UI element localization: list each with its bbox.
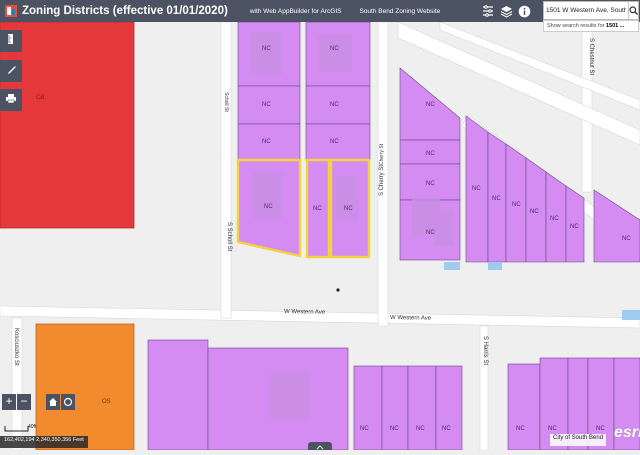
nc-label: NC: [570, 224, 579, 230]
nc-label: NC: [330, 102, 339, 108]
parcel-nc[interactable]: [435, 365, 463, 450]
street-label: Scholl St: [223, 92, 229, 112]
zoom-controls: + −: [2, 394, 75, 412]
street-label: S Cherry St: [379, 165, 385, 196]
nc-label: NC: [390, 426, 399, 432]
nc-label: NC: [360, 426, 369, 432]
search-icon[interactable]: [628, 2, 638, 19]
nc-label: NC: [262, 102, 271, 108]
nc-label: NC: [416, 426, 425, 432]
nc-label: NC: [548, 426, 557, 432]
suggestion-prefix: Show search results for: [547, 23, 606, 29]
zoom-out-button[interactable]: −: [17, 394, 31, 410]
street-label: Kosciuszko St: [13, 328, 19, 366]
nc-label: NC: [512, 202, 521, 208]
nc-label: NC: [426, 151, 435, 157]
nc-label: NC: [622, 236, 631, 242]
zone-red-label: CB: [36, 95, 44, 101]
print-button[interactable]: [0, 89, 22, 111]
nc-label: NC: [426, 102, 435, 108]
building: [318, 34, 352, 72]
home-icon: [48, 396, 58, 410]
measure-tool-button[interactable]: [0, 30, 22, 52]
water-feature: [444, 262, 460, 270]
nc-label: NC: [344, 206, 353, 212]
app-subtitle: with Web AppBuilder for ArcGIS: [249, 7, 342, 15]
esri-logo: esri: [614, 424, 640, 441]
draw-tool-button[interactable]: [0, 60, 22, 82]
parcel-nc[interactable]: [147, 339, 209, 450]
coordinate-readout: 162,402,194 2,340,350.356 Feet: [0, 436, 88, 448]
zone-red[interactable]: [0, 22, 135, 229]
water-feature: [488, 262, 502, 270]
water-feature: [622, 310, 640, 320]
pencil-icon: [6, 62, 17, 80]
search-box: [543, 1, 639, 20]
nc-label: NC: [426, 181, 435, 187]
attribution-text: City of South Bend: [550, 434, 607, 446]
nc-label: NC: [550, 216, 559, 222]
road-scholl-st: [220, 22, 232, 319]
nc-label: NC: [330, 139, 339, 145]
nc-label: NC: [313, 206, 322, 212]
app-title: Zoning Districts (effective 01/01/2020): [22, 5, 228, 17]
nc-label: NC: [426, 230, 435, 236]
zone-orange-label: OS: [102, 399, 111, 405]
nc-label: NC: [516, 426, 525, 432]
layers-icon[interactable]: [498, 3, 514, 19]
nc-label: NC: [492, 196, 501, 202]
building: [250, 32, 282, 74]
info-icon[interactable]: [516, 3, 532, 19]
building: [336, 176, 358, 220]
street-label: S Chestnut St: [588, 38, 594, 75]
home-button[interactable]: [46, 394, 60, 410]
filter-icon[interactable]: [480, 3, 496, 19]
scale-label: 40ft: [28, 424, 37, 430]
nc-label: NC: [264, 204, 273, 210]
parcel-nc[interactable]: [407, 365, 437, 450]
location-marker: [336, 288, 340, 292]
nc-label: NC: [472, 186, 481, 192]
parcel-nc[interactable]: [507, 363, 541, 450]
street-label: S Scholl St: [226, 222, 232, 252]
suggestion-term: 1501 ...: [606, 23, 625, 29]
building: [252, 172, 282, 218]
locate-button[interactable]: [61, 394, 75, 410]
parcel-nc[interactable]: [381, 365, 409, 450]
nc-label: NC: [442, 426, 451, 432]
building: [434, 212, 454, 246]
search-input[interactable]: [544, 2, 628, 19]
chevron-up-icon: [316, 437, 324, 455]
zoning-website-link[interactable]: South Bend Zoning Website: [359, 8, 440, 15]
street-label: W Western Ave: [390, 315, 432, 322]
building: [270, 372, 310, 420]
nc-label: NC: [596, 426, 605, 432]
street-label: Cherry St: [379, 143, 385, 165]
nc-label: NC: [530, 209, 539, 215]
street-label: W Western Ave: [284, 309, 326, 316]
locate-icon: [63, 396, 73, 410]
search-suggestion[interactable]: Show search results for 1501 ...: [543, 20, 639, 32]
street-label: S Harris St: [482, 336, 488, 365]
ruler-icon: [6, 32, 16, 50]
attribute-table-toggle[interactable]: [308, 442, 332, 450]
print-icon: [5, 91, 17, 109]
nc-label: NC: [330, 46, 339, 52]
map-logo-icon: [4, 4, 18, 18]
nc-label: NC: [262, 46, 271, 52]
parcel-nc[interactable]: [353, 365, 383, 450]
zoom-in-button[interactable]: +: [2, 394, 16, 410]
map-canvas[interactable]: CB OS NC NC NC NC NC NC NC NC NC NC NC N…: [0, 22, 640, 450]
nc-label: NC: [262, 139, 271, 145]
